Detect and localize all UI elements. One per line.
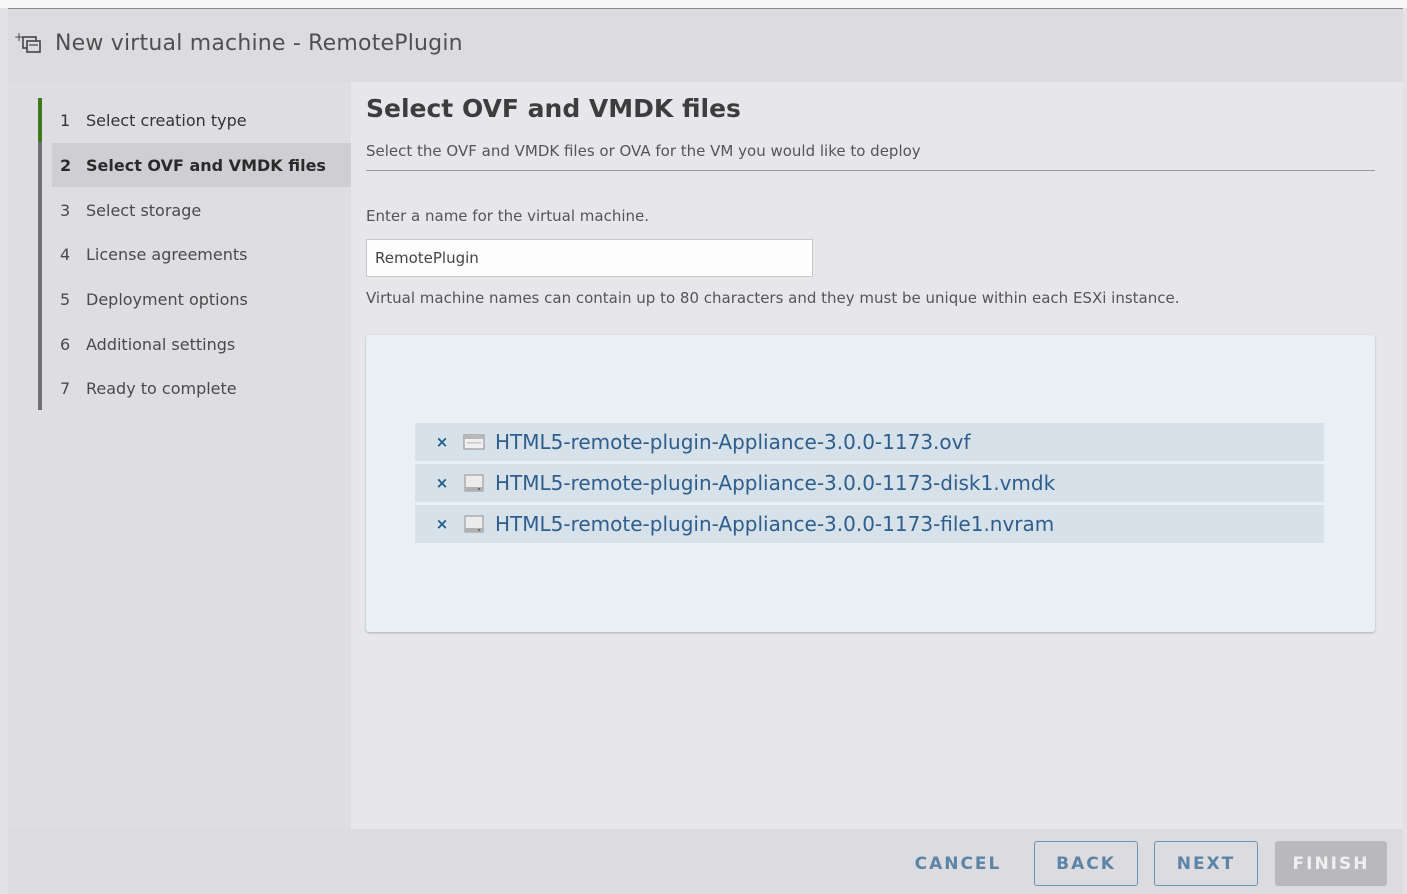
step-label: Additional settings [86,334,236,354]
file-row-ovf: × HTML5-remote-plugin-Appliance-3.0.0-11… [415,423,1324,461]
step-label: Deployment options [86,289,248,309]
step-number: 6 [60,334,71,354]
page-subtitle: Select the OVF and VMDK files or OVA for… [366,142,921,160]
vm-name-label: Enter a name for the virtual machine. [366,207,650,225]
ovf-file-icon [463,434,485,450]
step-number: 2 [60,155,72,175]
step-number: 1 [60,110,71,130]
file-row-nvram: × HTML5-remote-plugin-Appliance-3.0.0-11… [415,505,1324,543]
step-select-ovf-vmdk[interactable]: 2 Select OVF and VMDK files [52,143,351,187]
step-number: 5 [60,289,71,309]
step-number: 7 [60,378,71,398]
disk-file-icon [464,515,484,533]
step-label: Select storage [86,200,202,220]
new-vm-icon: + [14,31,41,53]
remove-file-button[interactable]: × [425,515,459,533]
dialog-titlebar: + New virtual machine - RemotePlugin [8,9,1403,82]
step-select-storage[interactable]: 3 Select storage [52,188,351,232]
step-label: License agreements [86,244,248,264]
file-name[interactable]: HTML5-remote-plugin-Appliance-3.0.0-1173… [495,471,1055,495]
page-title: Select OVF and VMDK files [366,94,741,123]
step-label: Ready to complete [86,378,237,398]
wizard-content: Select OVF and VMDK files Select the OVF… [351,82,1403,829]
new-vm-dialog: + New virtual machine - RemotePlugin 1 S… [8,8,1403,894]
remove-file-button[interactable]: × [425,433,459,451]
step-additional-settings[interactable]: 6 Additional settings [52,322,351,366]
disk-file-icon [464,474,484,492]
step-label: Select OVF and VMDK files [86,155,326,175]
back-button[interactable]: BACK [1034,841,1138,886]
cancel-button[interactable]: CANCEL [900,841,1016,886]
vm-name-input[interactable] [366,239,813,277]
file-name[interactable]: HTML5-remote-plugin-Appliance-3.0.0-1173… [495,430,971,454]
window-top-edge [0,0,1407,8]
step-deployment-options[interactable]: 5 Deployment options [52,277,351,321]
steps-progress-done [38,98,42,142]
remove-file-button[interactable]: × [425,474,459,492]
step-ready-to-complete[interactable]: 7 Ready to complete [52,366,351,410]
dialog-footer: CANCEL BACK NEXT FINISH [8,829,1403,894]
next-button[interactable]: NEXT [1154,841,1258,886]
step-select-creation-type[interactable]: 1 Select creation type [52,98,351,142]
step-number: 3 [60,200,71,220]
step-label: Select creation type [86,110,247,130]
vm-name-hint: Virtual machine names can contain up to … [366,289,1180,307]
file-name[interactable]: HTML5-remote-plugin-Appliance-3.0.0-1173… [495,512,1054,536]
wizard-steps-nav: 1 Select creation type 2 Select OVF and … [8,82,351,829]
finish-button[interactable]: FINISH [1275,841,1387,886]
title-divider [366,170,1375,171]
file-drop-zone[interactable]: × HTML5-remote-plugin-Appliance-3.0.0-11… [366,335,1375,632]
step-number: 4 [60,244,71,264]
file-row-vmdk: × HTML5-remote-plugin-Appliance-3.0.0-11… [415,464,1324,502]
dialog-title: New virtual machine - RemotePlugin [55,31,463,56]
step-license-agreements[interactable]: 4 License agreements [52,232,351,276]
steps-progress-track [38,98,42,410]
